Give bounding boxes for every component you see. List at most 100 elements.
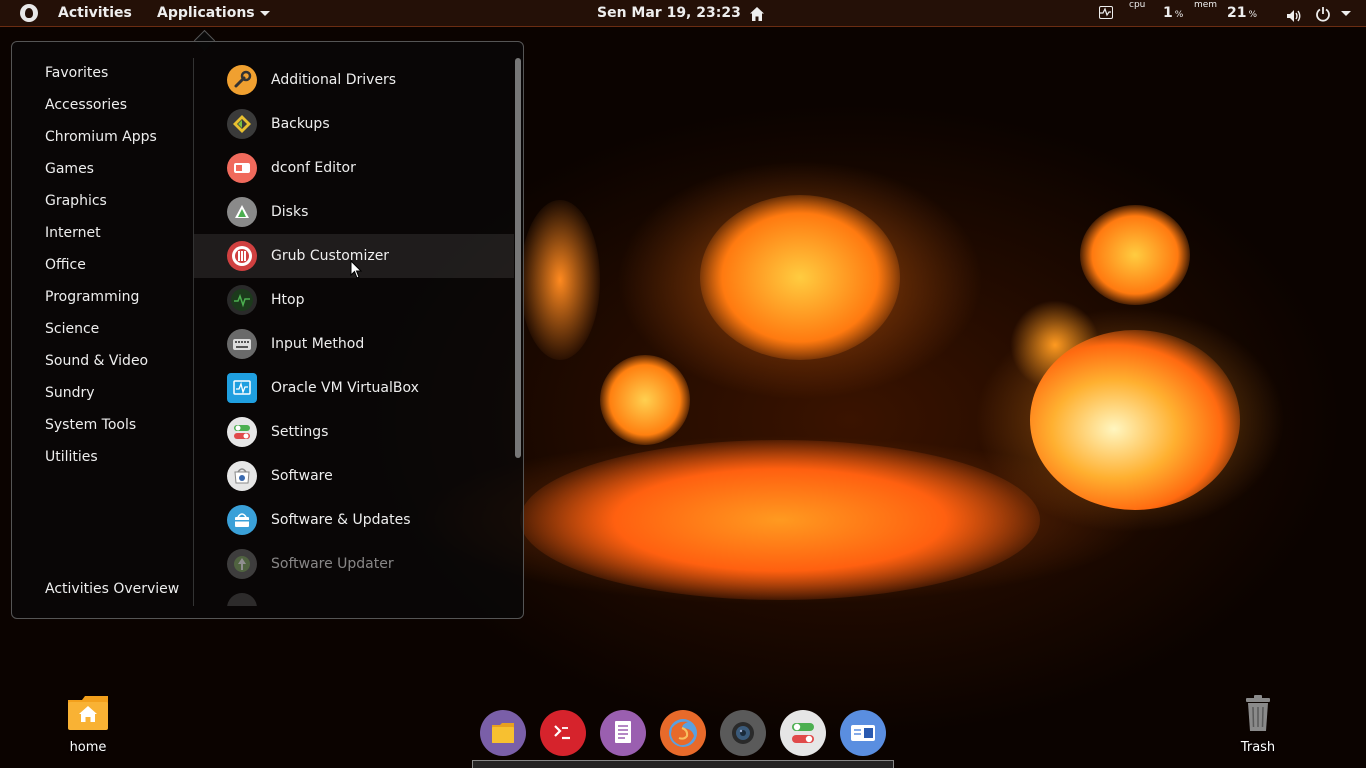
terminal-icon <box>554 725 570 740</box>
dock-camera[interactable] <box>720 710 766 756</box>
disks-icon <box>227 197 257 227</box>
virtualbox-icon <box>227 373 257 403</box>
category-programming[interactable]: Programming <box>45 289 139 305</box>
app-label: Disks <box>271 204 309 220</box>
app-item-partial <box>194 586 514 606</box>
mem-label: mem <box>1194 0 1218 10</box>
app-label: Software & Updates <box>271 512 411 528</box>
category-favorites[interactable]: Favorites <box>45 65 108 81</box>
system-monitor-icon[interactable] <box>1099 6 1113 19</box>
gnome-logo-icon[interactable] <box>20 4 38 22</box>
app-list: Additional Drivers Backups dconf Editor … <box>194 58 514 606</box>
category-chromium-apps[interactable]: Chromium Apps <box>45 129 157 145</box>
category-internet[interactable]: Internet <box>45 225 101 241</box>
applications-label: Applications <box>157 5 255 21</box>
dock-firefox[interactable] <box>660 710 706 756</box>
dock-text-editor[interactable] <box>600 710 646 756</box>
applications-menu-button[interactable]: Applications <box>157 0 270 26</box>
menu-scrollbar[interactable] <box>515 58 521 458</box>
cpu-usage-unit: % <box>1174 10 1184 20</box>
software-icon <box>227 461 257 491</box>
cpu-usage-value: 1 <box>1163 5 1173 21</box>
volume-icon[interactable] <box>1286 6 1302 22</box>
category-system-tools[interactable]: System Tools <box>45 417 136 433</box>
dock-bar <box>472 760 894 768</box>
chevron-down-icon[interactable] <box>1341 11 1351 16</box>
category-utilities[interactable]: Utilities <box>45 449 98 465</box>
remote-desktop-icon <box>851 725 875 741</box>
software-updates-icon <box>227 505 257 535</box>
trash-icon <box>1246 695 1270 731</box>
desktop-icon-label: Trash <box>1240 740 1276 755</box>
category-accessories[interactable]: Accessories <box>45 97 127 113</box>
mem-usage-unit: % <box>1248 10 1258 20</box>
mouse-cursor-icon <box>350 259 364 280</box>
top-bar: Activities Applications Sen Mar 19, 23:2… <box>0 0 1366 27</box>
app-item-disks[interactable]: Disks <box>194 190 514 234</box>
app-label: Input Method <box>271 336 365 352</box>
category-office[interactable]: Office <box>45 257 86 273</box>
app-label: Htop <box>271 292 305 308</box>
wallpaper-mouth-right <box>1030 330 1240 510</box>
dock-terminal[interactable] <box>540 710 586 756</box>
camera-icon <box>732 722 754 744</box>
wallpaper-eye-left <box>700 195 900 360</box>
app-item-input-method[interactable]: Input Method <box>194 322 514 366</box>
app-label: Additional Drivers <box>271 72 397 88</box>
settings-icon <box>792 723 814 743</box>
partial-app-icon <box>227 593 257 606</box>
files-icon <box>492 723 514 743</box>
settings-icon <box>227 417 257 447</box>
category-graphics[interactable]: Graphics <box>45 193 107 209</box>
wallpaper-eye-right <box>1080 205 1190 305</box>
keyboard-icon <box>227 329 257 359</box>
app-item-backups[interactable]: Backups <box>194 102 514 146</box>
cpu-usage[interactable]: 1% <box>1163 0 1183 26</box>
dconf-icon <box>227 153 257 183</box>
desktop-icon-trash[interactable]: Trash <box>1223 694 1293 755</box>
activities-button[interactable]: Activities <box>58 0 132 26</box>
backups-icon <box>227 109 257 139</box>
updater-icon <box>227 549 257 579</box>
app-item-software-updater[interactable]: Software Updater <box>194 542 514 586</box>
power-icon[interactable] <box>1315 5 1331 22</box>
wrench-icon <box>227 65 257 95</box>
applications-menu: Favorites Accessories Chromium Apps Game… <box>11 41 524 619</box>
app-label: Software <box>271 468 333 484</box>
app-item-htop[interactable]: Htop <box>194 278 514 322</box>
dock-remote-desktop[interactable] <box>840 710 886 756</box>
mem-usage-value: 21 <box>1227 5 1247 21</box>
cpu-label: cpu <box>1129 0 1146 10</box>
wallpaper-nose <box>600 355 690 445</box>
wallpaper-left-glow <box>520 200 600 360</box>
dock-files[interactable] <box>480 710 526 756</box>
activities-overview-link[interactable]: Activities Overview <box>45 581 179 597</box>
app-item-software[interactable]: Software <box>194 454 514 498</box>
app-item-dconf-editor[interactable]: dconf Editor <box>194 146 514 190</box>
category-sundry[interactable]: Sundry <box>45 385 95 401</box>
app-label: Backups <box>271 116 330 132</box>
mem-usage[interactable]: 21% <box>1227 0 1257 26</box>
wallpaper-mouth <box>520 440 1040 600</box>
app-label: Oracle VM VirtualBox <box>271 380 419 396</box>
desktop-icon-home[interactable]: home <box>53 694 123 755</box>
app-item-additional-drivers[interactable]: Additional Drivers <box>194 58 514 102</box>
app-label: dconf Editor <box>271 160 356 176</box>
app-label: Software Updater <box>271 556 394 572</box>
dock-settings[interactable] <box>780 710 826 756</box>
app-item-software-updates[interactable]: Software & Updates <box>194 498 514 542</box>
chevron-down-icon <box>259 10 270 16</box>
category-science[interactable]: Science <box>45 321 99 337</box>
app-item-virtualbox[interactable]: Oracle VM VirtualBox <box>194 366 514 410</box>
category-list: Favorites Accessories Chromium Apps Game… <box>12 42 194 618</box>
clock[interactable]: Sen Mar 19, 23:23 <box>597 0 741 26</box>
app-item-settings[interactable]: Settings <box>194 410 514 454</box>
firefox-icon <box>669 719 697 747</box>
grub-icon <box>227 241 257 271</box>
category-sound-video[interactable]: Sound & Video <box>45 353 148 369</box>
htop-icon <box>227 285 257 315</box>
dock <box>476 706 892 762</box>
home-folder-icon <box>68 696 108 730</box>
category-games[interactable]: Games <box>45 161 94 177</box>
home-icon[interactable] <box>749 5 765 21</box>
